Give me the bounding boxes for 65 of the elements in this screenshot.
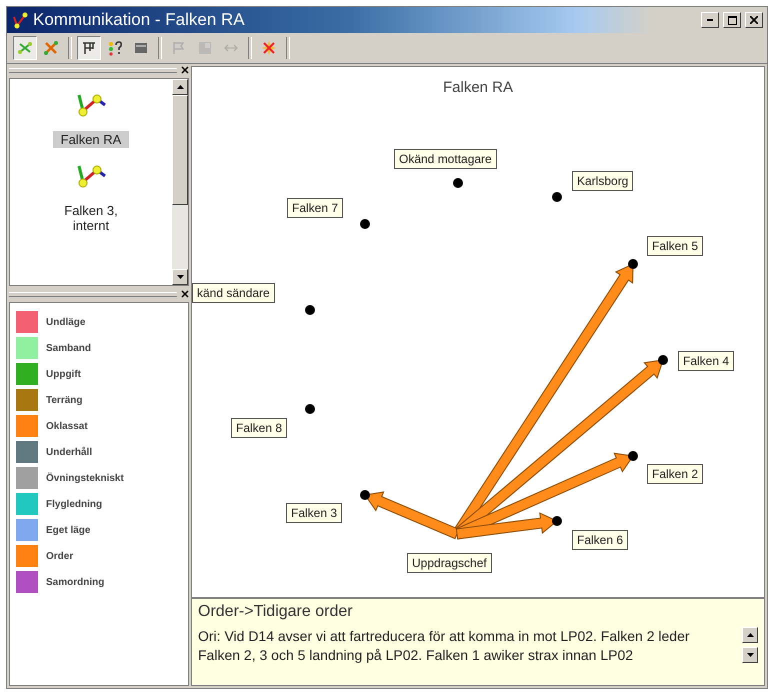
legend-label: Flygledning <box>46 498 102 510</box>
node-label[interactable]: Falken 2 <box>647 464 704 484</box>
node-label[interactable]: Falken 3 <box>286 503 342 523</box>
minimize-button[interactable] <box>701 12 719 28</box>
flag-icon <box>171 40 187 56</box>
delete-star-icon <box>261 40 277 56</box>
columns-icon <box>81 40 97 56</box>
diagram-title: Falken RA <box>442 79 514 96</box>
panel-icon <box>133 40 149 56</box>
legend-label: Underhåll <box>46 446 92 458</box>
node-dot[interactable] <box>305 404 315 414</box>
node-dot[interactable] <box>628 451 638 461</box>
node-label[interactable]: Karlsborg <box>572 171 634 191</box>
node-label[interactable]: Falken 4 <box>678 351 734 371</box>
legend-label: Terräng <box>46 394 82 406</box>
legend-label: Eget läge <box>46 524 90 536</box>
app-icon <box>11 11 29 29</box>
legend-label: Samband <box>46 342 92 354</box>
message-title: Order->Tidigare order <box>198 603 354 621</box>
node-label[interactable]: Okänd mottagare <box>394 149 497 169</box>
up-arrow-icon <box>176 85 184 89</box>
node-label[interactable]: känd sändare <box>192 283 275 303</box>
legend-label: Oklassat <box>46 420 88 432</box>
node-dot[interactable] <box>360 219 370 229</box>
close-button[interactable] <box>745 12 763 28</box>
legend-label: Undläge <box>46 316 86 328</box>
maximize-icon <box>728 16 736 24</box>
legend-label: Uppgift <box>46 368 81 380</box>
scroll-up-button[interactable] <box>172 79 188 95</box>
node-dot[interactable] <box>360 490 370 500</box>
scroll-down-button[interactable] <box>742 647 758 663</box>
message-text: Ori: Vid D14 avser vi att fartreducera för att komma in mot LP02. Falken 2 leder Falken 2, 3 och 5 landning på LP02. Falken 1 awiker strax innan LP02 <box>198 627 691 665</box>
cross-nodes-icon <box>43 40 59 56</box>
dots-question-icon <box>107 40 123 56</box>
scrollbar-thumb[interactable] <box>172 95 188 205</box>
scroll-up-button[interactable] <box>742 627 758 643</box>
window-title: Kommunikation - Falken RA <box>33 10 246 30</box>
unit-item[interactable]: Falken 3, internt <box>53 202 129 234</box>
minimize-icon <box>707 19 713 21</box>
close-icon <box>750 16 758 24</box>
up-arrow-icon <box>746 633 754 637</box>
node-label[interactable]: Falken 6 <box>572 530 628 550</box>
maximize-button[interactable] <box>723 12 741 28</box>
legend-label: Övningstekniskt <box>46 472 124 484</box>
node-label[interactable]: Falken 8 <box>231 418 288 438</box>
close-pane-icon <box>181 290 189 298</box>
node-dot[interactable] <box>552 516 562 526</box>
toolbar-button[interactable] <box>77 36 101 60</box>
node-label[interactable]: Falken 7 <box>287 198 344 218</box>
node-dot[interactable] <box>628 259 638 269</box>
down-arrow-icon <box>176 275 184 279</box>
node-label[interactable]: Falken 5 <box>647 236 704 256</box>
legend-label: Samordning <box>46 576 104 588</box>
node-dot[interactable] <box>305 305 315 315</box>
node-dot[interactable] <box>453 178 463 188</box>
node-dot[interactable] <box>552 192 562 202</box>
legend-label: Order <box>46 550 74 562</box>
node-dot[interactable] <box>658 355 668 365</box>
nodes-icon <box>17 40 33 56</box>
node-label[interactable]: Uppdragschef <box>407 553 492 573</box>
close-pane-icon <box>181 66 189 74</box>
down-arrow-icon <box>746 653 754 657</box>
unit-item[interactable]: Falken RA <box>53 131 129 148</box>
grid-icon <box>197 40 213 56</box>
scroll-down-button[interactable] <box>172 269 188 285</box>
